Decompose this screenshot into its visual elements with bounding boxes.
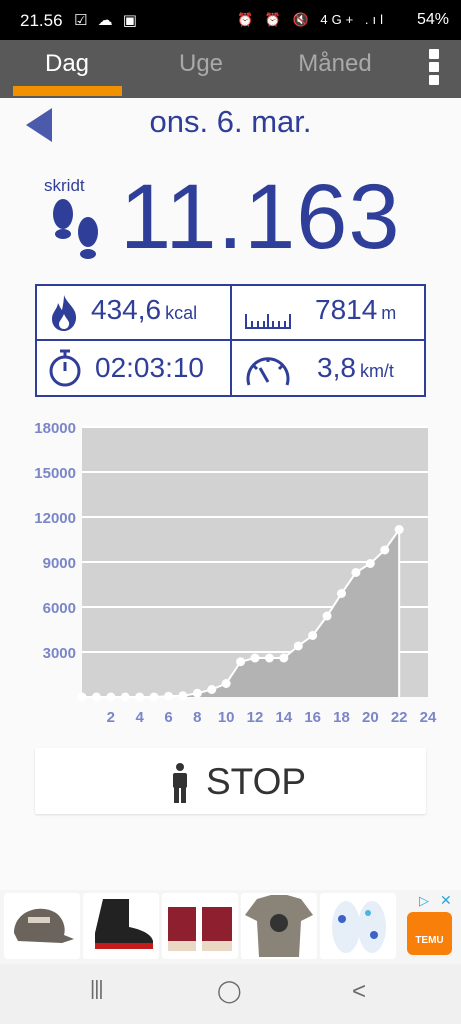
- back-icon[interactable]: <: [352, 978, 366, 1006]
- overflow-menu-icon[interactable]: [427, 49, 441, 85]
- x-tick-label: 2: [107, 709, 115, 726]
- ad-product-tshirt[interactable]: [241, 893, 317, 959]
- calories-unit: kcal: [165, 303, 198, 323]
- x-tick-label: 24: [420, 709, 437, 726]
- data-point: [394, 525, 404, 535]
- data-point: [293, 641, 303, 651]
- speed-stat: 3,8 km/t: [317, 352, 394, 384]
- data-point: [77, 692, 87, 702]
- data-point: [106, 692, 116, 702]
- data-point: [236, 657, 246, 667]
- x-tick-label: 4: [135, 709, 144, 726]
- x-tick-label: 16: [304, 709, 321, 726]
- data-point: [351, 568, 361, 577]
- data-point: [149, 692, 159, 702]
- data-point: [120, 692, 130, 702]
- data-point: [279, 653, 289, 663]
- x-tick-label: 12: [247, 709, 264, 726]
- ad-product-boot[interactable]: [83, 893, 159, 959]
- data-point: [250, 653, 260, 663]
- ad-product-cap[interactable]: [4, 893, 80, 959]
- ruler-icon: [245, 314, 291, 329]
- active-tab-indicator: [13, 86, 122, 96]
- ad-product-slippers[interactable]: [162, 893, 238, 959]
- data-point: [337, 589, 346, 598]
- y-tick-label: 15000: [34, 465, 76, 482]
- tab-week[interactable]: Uge: [134, 40, 268, 98]
- status-bar: 21.56 ☑ ☁ ▣ ⏰ ⏰ 🔇 4G+ .ıl 54%: [0, 0, 461, 40]
- date-label: ons. 6. mar.: [0, 104, 461, 140]
- notification-icons: ☑ ☁ ▣: [74, 12, 140, 29]
- data-point: [322, 611, 332, 621]
- temu-logo[interactable]: TEMU: [407, 912, 452, 955]
- x-tick-label: 18: [333, 709, 350, 726]
- data-point: [135, 692, 145, 702]
- ad-close-icon[interactable]: ✕: [440, 892, 452, 909]
- data-point: [207, 685, 217, 694]
- calories-stat: 434,6 kcal: [91, 294, 197, 326]
- steps-chart: 3000 6000 9000 12000 15000 18000 2 4 6 8 10 12 14 16 1…: [0, 405, 461, 735]
- speed-unit: km/t: [359, 361, 394, 381]
- y-tick-label: 12000: [34, 510, 76, 527]
- y-tick-label: 18000: [34, 420, 76, 437]
- ad-choices-icon[interactable]: ▷: [419, 893, 429, 909]
- data-point: [178, 691, 188, 701]
- recent-apps-icon[interactable]: |||: [90, 978, 104, 1001]
- x-tick-label: 8: [193, 709, 201, 726]
- duration-stat: 02:03:10: [95, 352, 204, 384]
- data-point: [221, 679, 231, 688]
- date-text: ons. 6. mar.: [149, 104, 312, 139]
- speed-value: 3,8: [317, 352, 356, 383]
- y-tick-label: 3000: [43, 645, 76, 662]
- x-tick-label: 20: [362, 709, 379, 726]
- battery-level: 54%: [416, 11, 449, 28]
- stopwatch-icon: [49, 349, 81, 387]
- ad-brand: TEMU: [415, 935, 444, 946]
- data-point: [308, 631, 318, 640]
- x-tick-label: 14: [275, 709, 292, 726]
- ad-product-kids-shoes[interactable]: [320, 893, 396, 959]
- distance-unit: m: [381, 303, 397, 323]
- duration-value: 02:03:10: [95, 352, 204, 383]
- x-tick-label: 6: [164, 709, 172, 726]
- footprints-icon: [53, 199, 98, 259]
- distance-stat: 7814 m: [315, 294, 396, 326]
- stats-panel: 434,6 kcal 7814 m 02:03:10 3,8 km/t: [35, 284, 426, 397]
- steps-count: 11.163: [120, 166, 401, 268]
- stop-button-label: STOP: [206, 761, 307, 802]
- y-tick-label: 9000: [43, 555, 76, 572]
- home-icon[interactable]: ◯: [217, 978, 242, 1004]
- clock: 21.56: [20, 11, 63, 30]
- system-icons: ⏰ ⏰ 🔇 4G+ .ıl: [236, 12, 387, 27]
- data-point: [164, 691, 173, 701]
- flame-icon: [52, 295, 77, 331]
- person-icon: [173, 763, 187, 803]
- data-point: [192, 688, 202, 698]
- steps-chart-svg: 3000600090001200015000180002 4 6 8 10 12 14 16 1…: [34, 420, 437, 726]
- calories-value: 434,6: [91, 294, 162, 325]
- speedometer-icon: [246, 357, 290, 386]
- data-point: [380, 545, 390, 555]
- x-tick-label: 10: [218, 709, 235, 726]
- data-point: [264, 653, 274, 663]
- tab-month[interactable]: Måned: [268, 40, 402, 98]
- data-point: [365, 559, 375, 568]
- y-tick-label: 6000: [43, 600, 76, 617]
- steps-label: skridt: [44, 176, 85, 195]
- distance-value: 7814: [315, 294, 378, 325]
- x-tick-label: 22: [391, 709, 408, 726]
- data-point: [91, 692, 101, 702]
